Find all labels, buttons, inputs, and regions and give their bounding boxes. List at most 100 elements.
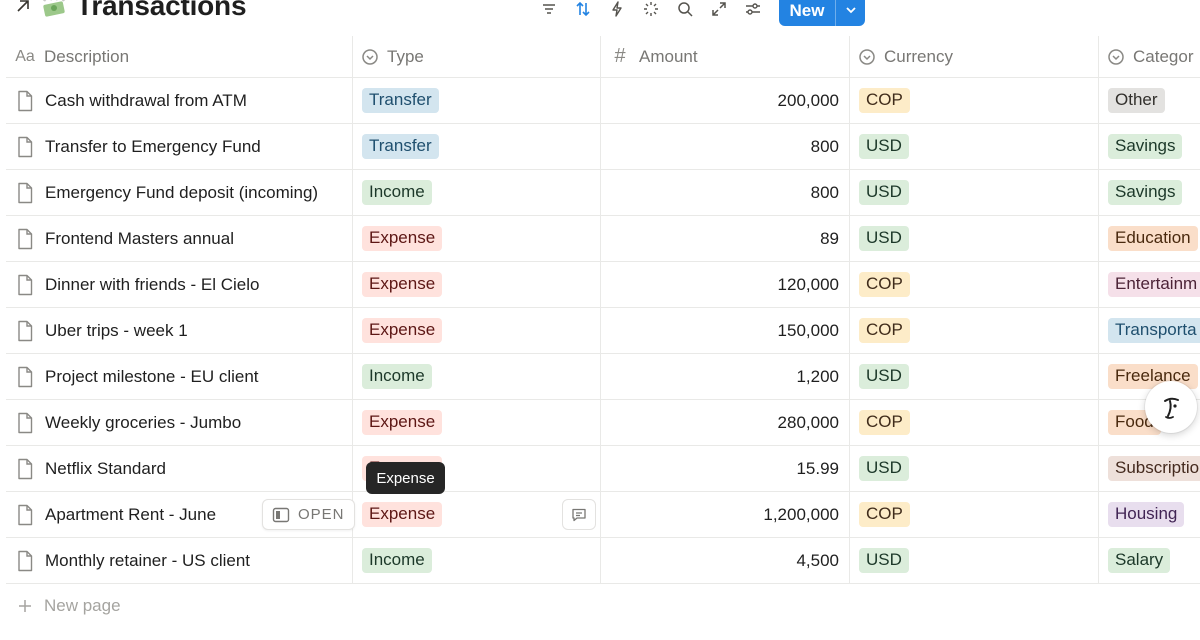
open-as-page-icon[interactable] bbox=[14, 0, 32, 15]
column-header-type[interactable]: Type bbox=[353, 36, 601, 77]
cell-type[interactable]: Income bbox=[353, 170, 601, 215]
tooltip: Expense bbox=[366, 462, 445, 494]
expand-button[interactable] bbox=[702, 0, 736, 22]
type-tag: Expense bbox=[362, 272, 443, 297]
cell-type[interactable]: Expense bbox=[353, 308, 601, 353]
cell-amount[interactable]: 1,200 bbox=[601, 354, 850, 399]
cell-description[interactable]: Transfer to Emergency Fund bbox=[6, 124, 353, 169]
column-header-description[interactable]: Aa Description bbox=[6, 36, 353, 77]
type-tag: Expense bbox=[362, 318, 443, 343]
cell-currency[interactable]: USD bbox=[850, 354, 1099, 399]
cell-currency[interactable]: COP bbox=[850, 78, 1099, 123]
new-button-label: New bbox=[789, 0, 825, 20]
open-row-button[interactable]: OPEN bbox=[262, 499, 355, 530]
cell-category[interactable]: Education bbox=[1099, 216, 1200, 261]
column-header-amount[interactable]: # Amount bbox=[601, 36, 850, 77]
cell-currency[interactable]: COP bbox=[850, 492, 1099, 537]
cell-description[interactable]: Frontend Masters annual bbox=[6, 216, 353, 261]
page-icon bbox=[18, 366, 33, 387]
cell-currency[interactable]: COP bbox=[850, 308, 1099, 353]
cell-category[interactable]: Transporta bbox=[1099, 308, 1200, 353]
cell-description[interactable]: Monthly retainer - US client bbox=[6, 538, 353, 583]
table-row[interactable]: Frontend Masters annual Expense 89 USD Educa… bbox=[6, 216, 1200, 262]
new-options-button[interactable] bbox=[836, 4, 865, 16]
cell-currency[interactable]: USD bbox=[850, 538, 1099, 583]
cell-amount[interactable]: 89 bbox=[601, 216, 850, 261]
row-title: Weekly groceries - Jumbo bbox=[45, 412, 242, 432]
cell-category[interactable]: Subscriptio bbox=[1099, 446, 1200, 491]
cell-type[interactable]: Expense bbox=[353, 216, 601, 261]
row-title: Monthly retainer - US client bbox=[45, 550, 251, 570]
table-row[interactable]: Weekly groceries - Jumbo Expense 280,000 CO… bbox=[6, 400, 1200, 446]
cell-type[interactable]: Transfer bbox=[353, 78, 601, 123]
column-header-category[interactable]: Categor bbox=[1099, 36, 1200, 77]
comment-button[interactable] bbox=[562, 499, 596, 530]
cell-amount[interactable]: 280,000 bbox=[601, 400, 850, 445]
table-row[interactable]: Monthly retainer - US client Income 4,500 U… bbox=[6, 538, 1200, 584]
page-icon bbox=[18, 504, 33, 525]
view-toolbar bbox=[532, 0, 770, 22]
cell-type[interactable]: Expense bbox=[353, 400, 601, 445]
type-tag: Expense bbox=[362, 410, 443, 435]
notion-ai-face-icon bbox=[1164, 397, 1179, 419]
cell-amount[interactable]: 800 bbox=[601, 170, 850, 215]
cell-category[interactable]: Salary bbox=[1099, 538, 1200, 583]
cell-description[interactable]: Apartment Rent - June OPEN bbox=[6, 492, 355, 537]
cell-category[interactable]: Savings bbox=[1099, 170, 1200, 215]
cell-description[interactable]: Project milestone - EU client bbox=[6, 354, 353, 399]
cell-currency[interactable]: USD bbox=[850, 170, 1099, 215]
cell-description[interactable]: Weekly groceries - Jumbo bbox=[6, 400, 353, 445]
ai-button[interactable] bbox=[634, 0, 668, 22]
cell-description[interactable]: Uber trips - week 1 bbox=[6, 308, 353, 353]
sort-button[interactable] bbox=[566, 0, 600, 22]
table-row[interactable]: Uber trips - week 1 Expense 150,000 COP Tran… bbox=[6, 308, 1200, 354]
cell-type[interactable]: Income bbox=[353, 538, 601, 583]
view-settings-button[interactable] bbox=[736, 0, 770, 22]
cell-type[interactable]: Expense bbox=[353, 262, 601, 307]
cell-category[interactable]: Savings bbox=[1099, 124, 1200, 169]
cell-category[interactable]: Other bbox=[1099, 78, 1200, 123]
table-row[interactable]: Dinner with friends - El Cielo Expense 120… bbox=[6, 262, 1200, 308]
type-tag: Expense bbox=[362, 226, 443, 251]
filter-button[interactable] bbox=[532, 0, 566, 22]
cell-category[interactable]: Entertainm bbox=[1099, 262, 1200, 307]
cell-currency[interactable]: COP bbox=[850, 400, 1099, 445]
cell-type[interactable]: Income bbox=[353, 354, 601, 399]
cell-amount[interactable]: 15.99 bbox=[601, 446, 850, 491]
cell-currency[interactable]: COP bbox=[850, 262, 1099, 307]
column-header-currency[interactable]: Currency bbox=[850, 36, 1099, 77]
cell-category[interactable]: Housing bbox=[1099, 492, 1200, 537]
table-row[interactable]: Transfer to Emergency Fund Transfer 800 USD… bbox=[6, 124, 1200, 170]
table-row[interactable]: Cash withdrawal from ATM Transfer 200,000 C… bbox=[6, 78, 1200, 124]
cell-currency[interactable]: USD bbox=[850, 124, 1099, 169]
automation-button[interactable] bbox=[600, 0, 634, 22]
cell-description[interactable]: Cash withdrawal from ATM bbox=[6, 78, 353, 123]
currency-tag: USD bbox=[859, 226, 909, 251]
table-row[interactable]: Project milestone - EU client Income 1,200… bbox=[6, 354, 1200, 400]
automation-icon bbox=[612, 1, 622, 17]
cell-type[interactable]: Transfer bbox=[353, 124, 601, 169]
currency-tag: COP bbox=[859, 502, 910, 527]
new-button[interactable]: New bbox=[779, 0, 865, 26]
cell-description[interactable]: Netflix Standard bbox=[6, 446, 353, 491]
cell-currency[interactable]: USD bbox=[850, 446, 1099, 491]
cell-type[interactable]: Expense bbox=[353, 492, 601, 537]
page-icon bbox=[18, 136, 33, 157]
cell-amount[interactable]: 120,000 bbox=[601, 262, 850, 307]
cell-description[interactable]: Emergency Fund deposit (incoming) bbox=[6, 170, 353, 215]
table-row[interactable]: Netflix Standard Expense 15.99 USD Subscript… bbox=[6, 446, 1200, 492]
table-row[interactable]: Emergency Fund deposit (incoming) Income 8… bbox=[6, 170, 1200, 216]
search-button[interactable] bbox=[668, 0, 702, 22]
cell-amount[interactable]: 4,500 bbox=[601, 538, 850, 583]
cell-amount[interactable]: 150,000 bbox=[601, 308, 850, 353]
cell-amount[interactable]: 800 bbox=[601, 124, 850, 169]
new-page-button[interactable]: New page bbox=[18, 596, 121, 616]
cell-description[interactable]: Dinner with friends - El Cielo bbox=[6, 262, 353, 307]
category-tag: Other bbox=[1108, 88, 1165, 113]
row-title: Emergency Fund deposit (incoming) bbox=[45, 182, 319, 202]
cell-amount[interactable]: 200,000 bbox=[601, 78, 850, 123]
cell-currency[interactable]: USD bbox=[850, 216, 1099, 261]
table-row[interactable]: Apartment Rent - June OPEN Expense 1,200,00… bbox=[6, 492, 1200, 538]
cell-amount[interactable]: 1,200,000 bbox=[601, 492, 850, 537]
ai-assistant-button[interactable] bbox=[1145, 381, 1197, 433]
